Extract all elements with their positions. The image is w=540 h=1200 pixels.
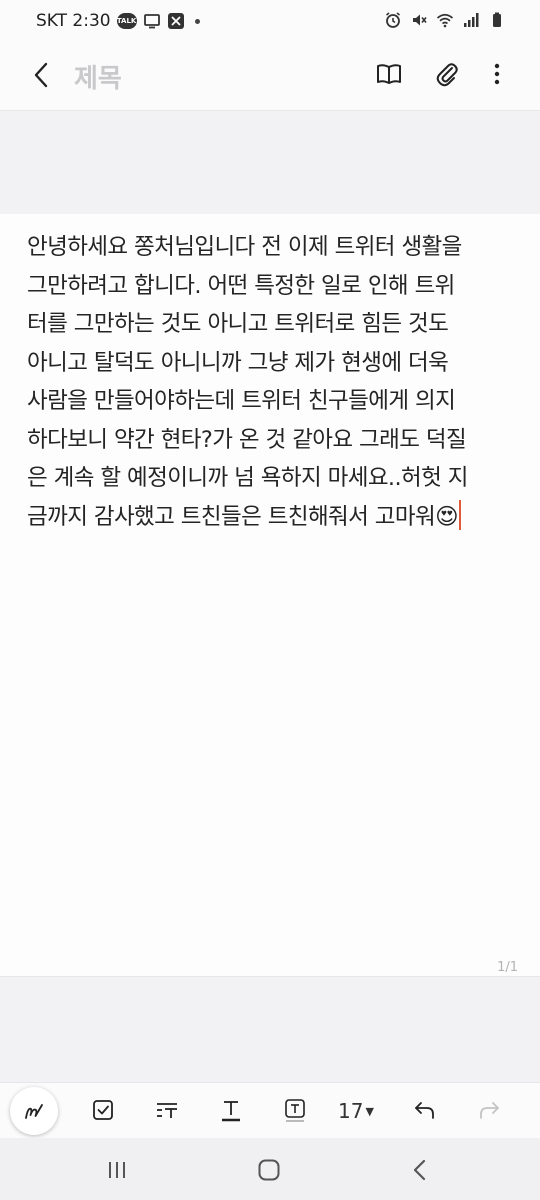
- checkbox-button[interactable]: [88, 1095, 118, 1125]
- undo-button[interactable]: [410, 1095, 440, 1125]
- note-line: 하다보니 약간 현타?가 온 것 같아요 그래도 덕질: [27, 426, 467, 453]
- editor-toolbar: 17 ▼: [0, 1082, 540, 1139]
- caret-down-icon: ▼: [365, 1104, 374, 1118]
- status-left: SKT 2:30 TALK: [36, 11, 200, 31]
- kakaotalk-icon: TALK: [116, 13, 137, 29]
- note-line: 안녕하세요 쫑처님입니다 전 이제 트위터 생활을: [27, 234, 462, 260]
- note-line: 터를 그만하는 것도 아니고 트위터로 힘든 것도: [27, 311, 449, 337]
- redo-icon: [480, 1102, 499, 1119]
- status-right: [384, 11, 506, 29]
- system-nav-bar: [0, 1138, 540, 1200]
- checkbox-icon: [93, 1100, 113, 1120]
- recents-button[interactable]: [103, 1156, 131, 1184]
- app-bar: 제목: [0, 42, 540, 110]
- mute-icon: [410, 11, 428, 29]
- font-size-selector[interactable]: 17 ▼: [338, 1099, 374, 1123]
- redo-button[interactable]: [474, 1095, 504, 1125]
- capcut-icon: [167, 12, 185, 30]
- wifi-icon: [436, 11, 454, 29]
- page-indicator: 1/1: [497, 960, 518, 975]
- note-title[interactable]: 제목: [74, 58, 122, 95]
- note-line: 아니고 탈덕도 아니니까 그냥 제가 현생에 더욱: [27, 349, 449, 376]
- note-line-text: 금까지 감사했고 트친들은 트친해줘서 고마워😍: [27, 503, 459, 530]
- text-style-icon: [222, 1101, 240, 1122]
- note-line: 그만하려고 합니다. 어떤 특정한 일로 인해 트위: [27, 272, 455, 299]
- page-margin-top: [0, 110, 540, 215]
- reading-mode-button[interactable]: [374, 59, 404, 89]
- alarm-icon: [384, 11, 402, 29]
- back-icon: [34, 62, 48, 88]
- home-button[interactable]: [255, 1156, 283, 1184]
- text-format-icon: [157, 1103, 177, 1118]
- more-options-button[interactable]: [482, 59, 512, 89]
- recents-icon: [109, 1162, 125, 1178]
- undo-icon: [415, 1102, 434, 1119]
- back-nav-icon: [413, 1159, 426, 1181]
- note-line: 사람을 만들어야하는데 트위터 친구들에게 의지: [27, 388, 456, 414]
- note-line: 은 계속 할 예정이니까 넘 욕하지 마세요..허헛 지: [27, 465, 468, 491]
- note-text[interactable]: 안녕하세요 쫑처님입니다 전 이제 트위터 생활을 그만하려고 합니다. 어떤 …: [27, 228, 521, 536]
- attach-button[interactable]: [432, 59, 462, 89]
- more-icon: [494, 63, 500, 85]
- signal-icon: [462, 11, 480, 29]
- more-notifications-dot: [194, 18, 200, 24]
- font-size-value: 17: [338, 1099, 364, 1123]
- note-line-last: 금까지 감사했고 트친들은 트친해줘서 고마워😍: [27, 498, 521, 537]
- back-button[interactable]: [26, 58, 60, 92]
- text-style-button[interactable]: [216, 1095, 246, 1125]
- battery-icon: [488, 11, 506, 29]
- page-margin-bottom: [0, 976, 540, 1083]
- text-box-icon: [285, 1099, 305, 1122]
- attach-icon: [436, 63, 458, 87]
- back-nav-button[interactable]: [406, 1156, 434, 1184]
- book-icon: [377, 64, 401, 84]
- tv-icon: [143, 12, 161, 30]
- home-icon: [258, 1159, 280, 1181]
- text-box-button[interactable]: [280, 1095, 310, 1125]
- pen-button[interactable]: [10, 1087, 58, 1135]
- carrier-time: SKT 2:30: [36, 11, 111, 31]
- status-bar: SKT 2:30 TALK: [0, 0, 540, 42]
- text-cursor: [458, 499, 461, 530]
- text-format-button[interactable]: [152, 1095, 182, 1125]
- pen-icon: [25, 1104, 43, 1119]
